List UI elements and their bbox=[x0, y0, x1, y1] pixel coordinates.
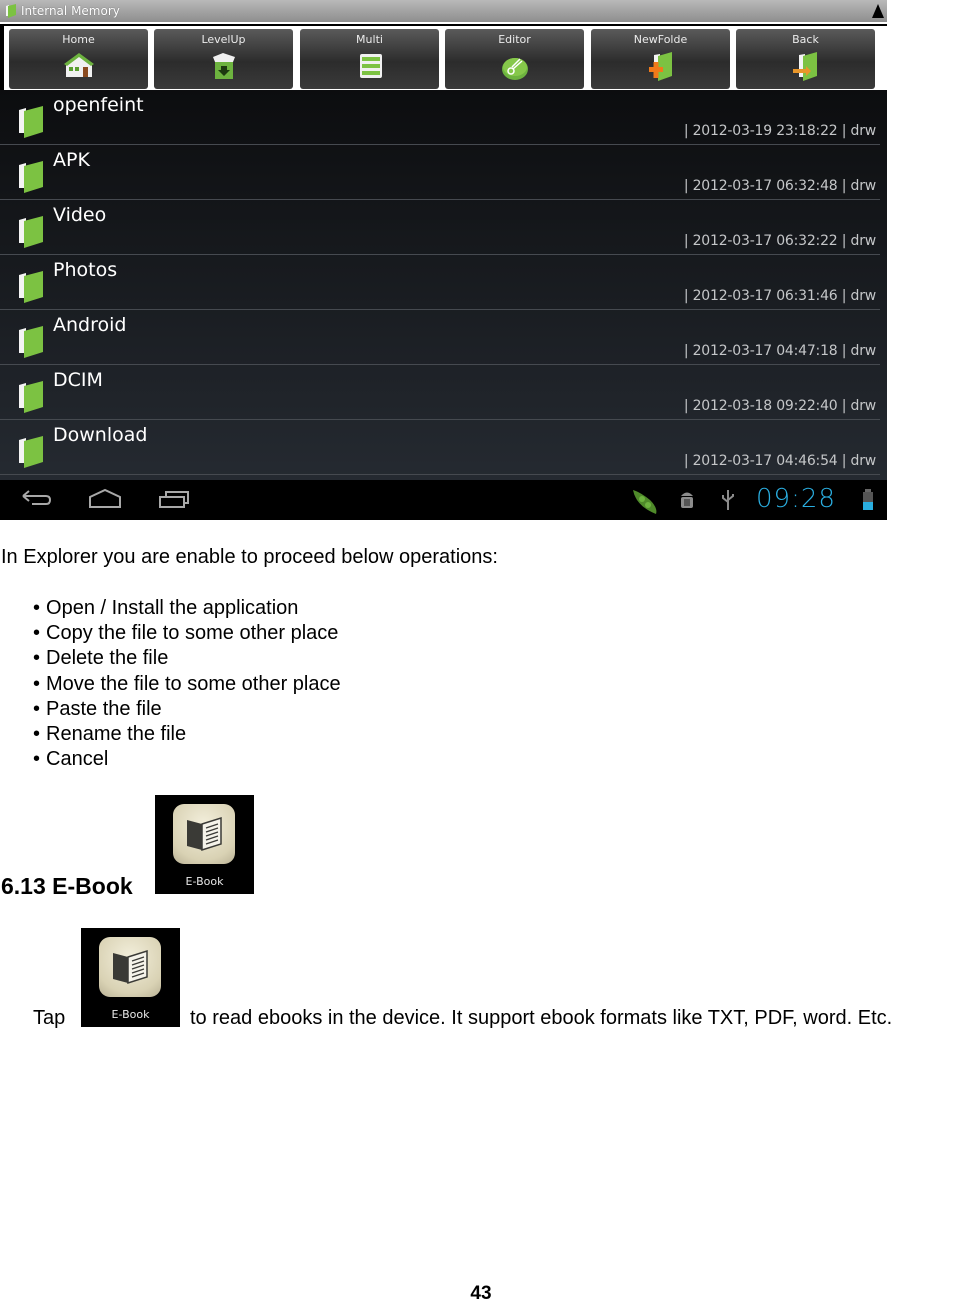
folder-icon bbox=[19, 436, 43, 468]
ebook-app-icon: E-Book bbox=[155, 795, 254, 894]
android-debug-icon[interactable] bbox=[678, 488, 696, 512]
folder-icon bbox=[19, 381, 43, 413]
ebook-icon-caption: E-Book bbox=[111, 1008, 150, 1021]
new-folder-icon bbox=[648, 52, 672, 81]
folder-meta: | 2012-03-17 06:32:48 | drw bbox=[683, 178, 876, 194]
folder-name: APK bbox=[53, 149, 90, 171]
folder-icon bbox=[19, 326, 43, 358]
operation-item: Rename the file bbox=[33, 722, 341, 747]
intro-paragraph: In Explorer you are enable to proceed be… bbox=[1, 546, 498, 568]
operation-item: Open / Install the application bbox=[33, 596, 341, 621]
ebook-app-icon: E-Book bbox=[81, 928, 180, 1027]
level-up-button-label: LevelUp bbox=[201, 33, 246, 46]
folder-meta: | 2012-03-18 09:22:40 | drw bbox=[683, 398, 876, 414]
recent-apps-icon[interactable] bbox=[158, 488, 192, 512]
folder-meta: | 2012-03-19 23:18:22 | drw bbox=[683, 123, 876, 139]
explorer-screenshot: Internal Memory Home LevelUp Multi Edito… bbox=[0, 0, 887, 520]
multi-button-label: Multi bbox=[356, 33, 383, 46]
open-book-icon bbox=[113, 949, 148, 985]
folder-meta: | 2012-03-17 06:32:22 | drw bbox=[683, 233, 876, 249]
title-bar: Internal Memory bbox=[0, 0, 887, 22]
multi-select-icon bbox=[359, 54, 382, 78]
folder-row[interactable]: Android | 2012-03-17 04:47:18 | drw bbox=[0, 310, 880, 365]
folder-icon bbox=[6, 4, 16, 18]
operation-item: Copy the file to some other place bbox=[33, 621, 341, 646]
open-book-icon bbox=[187, 816, 222, 852]
operations-list: Open / Install the application Copy the … bbox=[33, 596, 341, 772]
tap-prefix: Tap bbox=[33, 1007, 66, 1029]
home-button[interactable]: Home bbox=[9, 29, 148, 89]
scroll-up-arrow-icon[interactable] bbox=[872, 4, 884, 18]
level-up-button[interactable]: LevelUp bbox=[154, 29, 293, 89]
folder-name: Video bbox=[53, 204, 107, 226]
tap-description: to read ebooks in the device. It support… bbox=[190, 1007, 893, 1029]
folder-row[interactable]: openfeint | 2012-03-19 23:18:22 | drw bbox=[0, 90, 880, 145]
section-heading: 6.13 E-Book bbox=[1, 873, 133, 899]
folder-list: openfeint | 2012-03-19 23:18:22 | drw AP… bbox=[0, 90, 887, 480]
system-nav-bar: 09:28 bbox=[0, 480, 887, 520]
multi-button[interactable]: Multi bbox=[300, 29, 439, 89]
folder-icon bbox=[19, 106, 43, 138]
editor-scissors-icon bbox=[501, 58, 528, 80]
home-icon bbox=[63, 53, 94, 77]
ebook-icon-caption: E-Book bbox=[185, 875, 224, 888]
home-button-label: Home bbox=[62, 33, 95, 46]
folder-row[interactable]: Video | 2012-03-17 06:32:22 | drw bbox=[0, 200, 880, 255]
operation-item: Cancel bbox=[33, 747, 341, 772]
usb-icon[interactable] bbox=[720, 488, 736, 512]
editor-button[interactable]: Editor bbox=[445, 29, 584, 89]
folder-meta: | 2012-03-17 04:46:54 | drw bbox=[683, 453, 876, 469]
folder-name: Android bbox=[53, 314, 127, 336]
folder-row[interactable]: Photos | 2012-03-17 06:31:46 | drw bbox=[0, 255, 880, 310]
home-nav-icon[interactable] bbox=[88, 488, 122, 512]
editor-button-label: Editor bbox=[498, 33, 531, 46]
operation-item: Paste the file bbox=[33, 697, 341, 722]
window-title: Internal Memory bbox=[21, 4, 120, 18]
folder-row[interactable]: DCIM | 2012-03-18 09:22:40 | drw bbox=[0, 365, 880, 420]
back-folder-icon bbox=[792, 52, 817, 81]
folder-icon bbox=[19, 161, 43, 193]
folder-row[interactable]: APK | 2012-03-17 06:32:48 | drw bbox=[0, 145, 880, 200]
folder-icon bbox=[19, 216, 43, 248]
new-folder-button-label: NewFolde bbox=[633, 33, 688, 46]
back-button[interactable]: Back bbox=[736, 29, 875, 89]
folder-meta: | 2012-03-17 06:31:46 | drw bbox=[683, 288, 876, 304]
back-button-label: Back bbox=[792, 33, 819, 46]
folder-icon bbox=[19, 271, 43, 303]
folder-name: DCIM bbox=[53, 369, 103, 391]
level-up-icon bbox=[212, 53, 235, 79]
page-number: 43 bbox=[470, 1283, 492, 1302]
folder-name: openfeint bbox=[53, 94, 144, 116]
back-nav-icon[interactable] bbox=[20, 488, 52, 512]
peapod-notification-icon[interactable] bbox=[630, 486, 660, 516]
folder-name: Photos bbox=[53, 259, 118, 281]
folder-meta: | 2012-03-17 04:47:18 | drw bbox=[683, 343, 876, 359]
operation-item: Move the file to some other place bbox=[33, 672, 341, 697]
toolbar: Home LevelUp Multi Editor NewFolde Back bbox=[0, 22, 887, 90]
folder-row[interactable]: Download | 2012-03-17 04:46:54 | drw bbox=[0, 420, 880, 475]
new-folder-button[interactable]: NewFolde bbox=[591, 29, 730, 89]
status-clock: 09:28 bbox=[756, 484, 836, 514]
operation-item: Delete the file bbox=[33, 646, 341, 671]
battery-icon bbox=[863, 489, 873, 510]
folder-name: Download bbox=[53, 424, 148, 446]
